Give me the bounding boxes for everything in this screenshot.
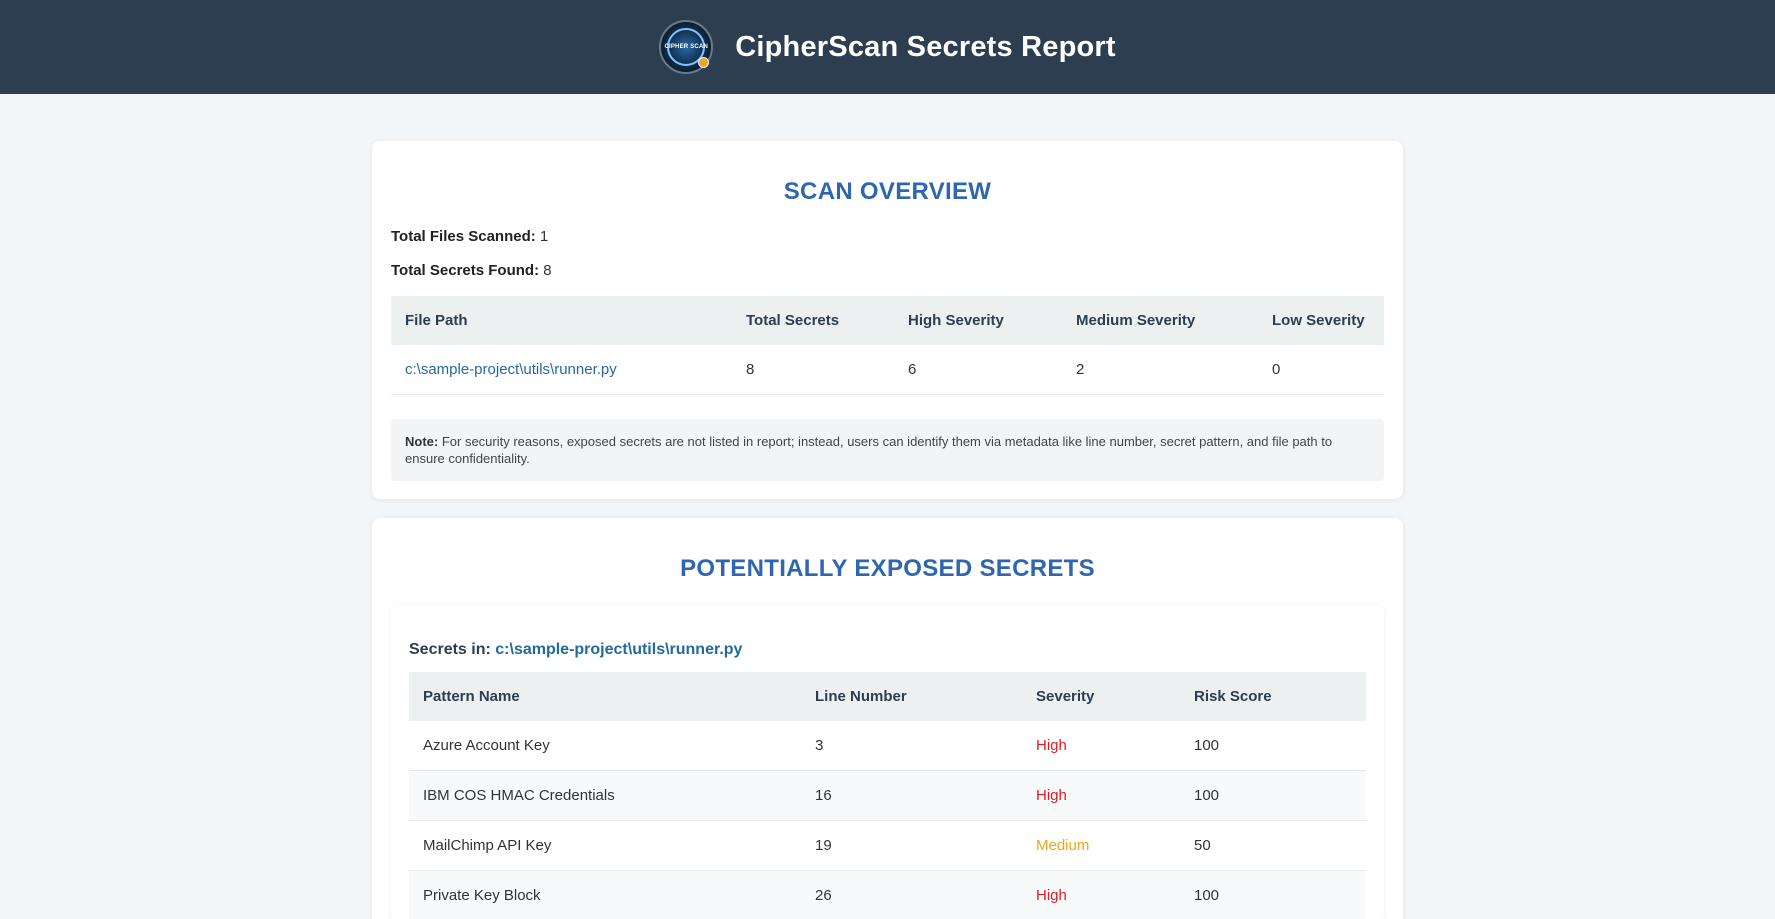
pattern-name-cell: MailChimp API Key <box>409 820 801 871</box>
secrets-table: Pattern Name Line Number Severity Risk S… <box>409 672 1366 919</box>
total-secrets-found-label: Total Secrets Found: <box>391 262 540 279</box>
risk-score-cell: 100 <box>1180 770 1366 821</box>
report-title: CipherScan Secrets Report <box>735 30 1116 63</box>
exposed-secrets-title: POTENTIALLY EXPOSED SECRETS <box>680 555 1095 582</box>
risk-score-cell: 100 <box>1180 870 1366 919</box>
severity-cell: Medium <box>1022 820 1180 871</box>
column-severity: Severity <box>1022 672 1180 721</box>
column-line-number: Line Number <box>801 672 1022 721</box>
line-number-cell: 16 <box>801 770 1022 821</box>
total-files-scanned-value: 1 <box>539 228 549 245</box>
table-row: MailChimp API Key 19 Medium 50 <box>409 820 1366 871</box>
column-low-severity: Low Severity <box>1258 296 1384 345</box>
total-secrets-cell: 8 <box>732 345 894 395</box>
secrets-in-label: Secrets in: <box>409 641 491 658</box>
overview-table: File Path Total Secrets High Severity Me… <box>391 296 1384 395</box>
low-severity-cell: 0 <box>1258 345 1384 395</box>
overview-table-header: File Path Total Secrets High Severity Me… <box>391 296 1384 345</box>
table-row: c:\sample-project\utils\runner.py 8 6 2 … <box>391 345 1384 395</box>
line-number-cell: 26 <box>801 870 1022 919</box>
column-high-severity: High Severity <box>894 296 1062 345</box>
scan-overview-title: SCAN OVERVIEW <box>783 178 992 205</box>
severity-cell: High <box>1022 770 1180 821</box>
high-severity-cell: 6 <box>894 345 1062 395</box>
file-path-link[interactable]: c:\sample-project\utils\runner.py <box>405 361 617 378</box>
column-file-path: File Path <box>391 296 732 345</box>
report-content: SCAN OVERVIEW Total Files Scanned: 1 Tot… <box>372 141 1403 919</box>
table-row: IBM COS HMAC Credentials 16 High 100 <box>409 770 1366 821</box>
line-number-cell: 3 <box>801 721 1022 771</box>
column-total-secrets: Total Secrets <box>732 296 894 345</box>
risk-score-cell: 100 <box>1180 721 1366 771</box>
total-secrets-found-value: 8 <box>543 262 552 279</box>
total-secrets-found: Total Secrets Found: 8 <box>391 262 1384 279</box>
exposed-secrets-card: POTENTIALLY EXPOSED SECRETS Secrets in: … <box>372 518 1403 919</box>
total-files-scanned: Total Files Scanned: 1 <box>391 228 1384 245</box>
secrets-in-heading: Secrets in: c:\sample-project\utils\runn… <box>409 641 1366 659</box>
pattern-name-cell: IBM COS HMAC Credentials <box>409 770 801 821</box>
note-text: For security reasons, exposed secrets ar… <box>405 434 1333 466</box>
scan-overview-card: SCAN OVERVIEW Total Files Scanned: 1 Tot… <box>372 141 1403 499</box>
severity-cell: High <box>1022 870 1180 919</box>
pattern-name-cell: Private Key Block <box>409 870 801 919</box>
severity-cell: High <box>1022 721 1180 771</box>
note-label: Note: <box>405 434 439 449</box>
medium-severity-cell: 2 <box>1062 345 1258 395</box>
total-files-scanned-label: Total Files Scanned: <box>391 228 536 245</box>
column-risk-score: Risk Score <box>1180 672 1366 721</box>
cipherscan-logo-icon: CIPHER SCAN <box>659 20 714 74</box>
table-row: Private Key Block 26 High 100 <box>409 870 1366 919</box>
column-pattern-name: Pattern Name <box>409 672 801 721</box>
security-note: Note: For security reasons, exposed secr… <box>391 419 1384 481</box>
report-header: CIPHER SCAN CipherScan Secrets Report <box>0 0 1775 94</box>
secrets-file-path-link[interactable]: c:\sample-project\utils\runner.py <box>495 641 742 658</box>
secrets-table-header: Pattern Name Line Number Severity Risk S… <box>409 672 1366 721</box>
risk-score-cell: 50 <box>1180 820 1366 871</box>
column-medium-severity: Medium Severity <box>1062 296 1258 345</box>
file-secrets-card: Secrets in: c:\sample-project\utils\runn… <box>391 605 1384 919</box>
pattern-name-cell: Azure Account Key <box>409 721 801 771</box>
table-row: Azure Account Key 3 High 100 <box>409 721 1366 771</box>
line-number-cell: 19 <box>801 820 1022 871</box>
